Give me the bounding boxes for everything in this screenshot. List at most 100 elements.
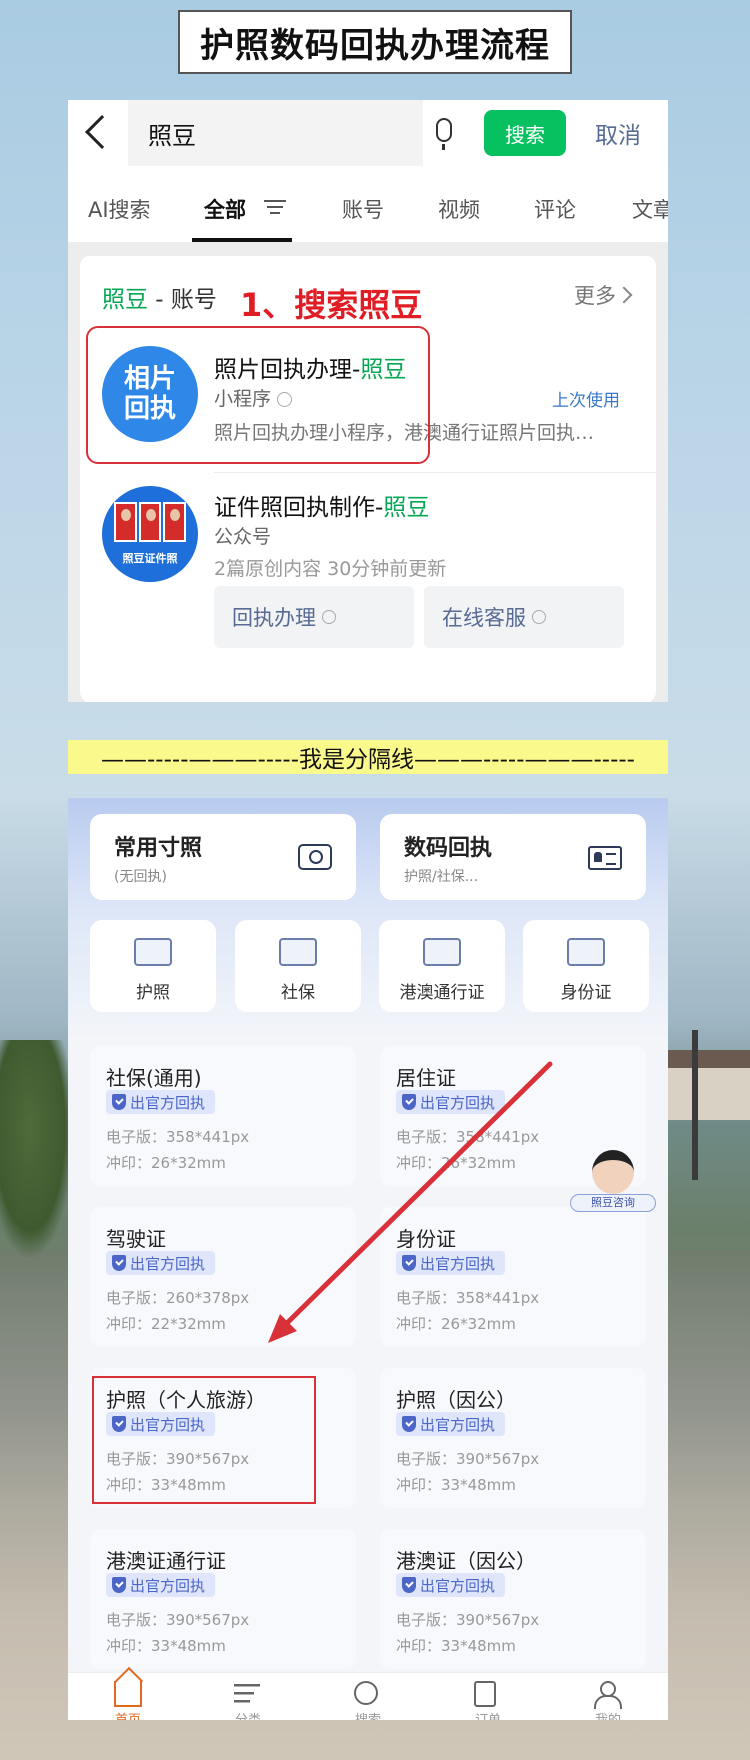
digital-size: 电子版：358*441px	[396, 1128, 540, 1146]
common-photo-card[interactable]: 常用寸照 (无回执)	[90, 814, 356, 900]
spec-title: 社保(通用)	[106, 1066, 202, 1090]
id-photo	[163, 502, 187, 542]
section-heading: 照豆 - 账号	[102, 280, 217, 314]
receipt-service-button[interactable]: 回执办理	[214, 586, 414, 648]
search-results-screenshot: 照豆 搜索 取消 AI搜索 全部 账号 视频 评论 文章 照豆 - 账号 1、搜…	[68, 100, 668, 702]
passport-icon	[134, 938, 172, 966]
microphone-icon[interactable]	[436, 118, 452, 150]
badge-label: 出官方回执	[130, 1093, 206, 1112]
shield-check-icon	[402, 1094, 416, 1110]
badge-label: 出官方回执	[420, 1093, 496, 1112]
tab-accounts[interactable]: 账号	[342, 194, 384, 224]
category-passport[interactable]: 护照	[90, 920, 216, 1012]
search-input[interactable]: 照豆	[148, 116, 196, 151]
permit-icon	[423, 938, 461, 966]
official-account-avatar[interactable]: 照豆证件照	[102, 486, 198, 582]
page-title: 护照数码回执办理流程	[178, 10, 572, 74]
avatar-caption: 照豆证件照	[122, 552, 178, 565]
card-title: 常用寸照	[114, 836, 203, 861]
online-support-button[interactable]: 在线客服	[424, 586, 624, 648]
highlight-box	[86, 326, 430, 464]
category-label: 社保	[281, 983, 315, 1003]
tab-articles[interactable]: 文章	[632, 194, 668, 224]
mini-program-icon	[532, 610, 546, 624]
home-icon	[114, 1681, 142, 1707]
title-keyword: 照豆	[383, 495, 430, 521]
print-size: 冲印：22*32mm	[106, 1315, 226, 1333]
spec-card[interactable]: 护照（因公） 出官方回执 电子版：390*567px 冲印：33*48mm	[380, 1368, 646, 1508]
official-receipt-badge: 出官方回执	[396, 1573, 506, 1597]
title-prefix: 证件照回执制作-	[214, 495, 384, 521]
list-icon	[234, 1681, 262, 1707]
order-icon	[474, 1681, 496, 1707]
tab-profile[interactable]: 我的	[548, 1673, 668, 1720]
official-receipt-badge: 出官方回执	[106, 1573, 216, 1597]
digital-size: 电子版：260*378px	[106, 1289, 250, 1307]
print-size: 冲印：26*32mm	[396, 1315, 516, 1333]
spec-card[interactable]: 港澳证（因公） 出官方回执 电子版：390*567px 冲印：33*48mm	[380, 1529, 646, 1669]
last-used-label: 上次使用	[552, 391, 620, 411]
spec-title: 驾驶证	[106, 1227, 166, 1251]
digital-receipt-card[interactable]: 数码回执 护照/社保...	[380, 814, 646, 900]
consult-widget[interactable]: 照豆咨询	[570, 1150, 656, 1216]
tab-videos[interactable]: 视频	[438, 194, 480, 224]
spec-title: 护照（因公）	[396, 1388, 516, 1412]
background-lamp-post	[692, 1030, 698, 1180]
official-receipt-badge: 出官方回执	[106, 1251, 216, 1275]
badge-label: 出官方回执	[420, 1576, 496, 1595]
more-link[interactable]: 更多	[574, 280, 616, 310]
official-receipt-badge: 出官方回执	[106, 1090, 216, 1114]
badge-label: 出官方回执	[130, 1576, 206, 1595]
tab-search[interactable]: 搜索	[308, 1673, 428, 1720]
highlight-box	[92, 1376, 316, 1504]
id-photo	[138, 502, 162, 542]
category-hk-macau-permit[interactable]: 港澳通行证	[379, 920, 505, 1012]
category-id-card[interactable]: 身份证	[523, 920, 649, 1012]
spec-card[interactable]: 驾驶证 出官方回执 电子版：260*378px 冲印：22*32mm	[90, 1207, 356, 1347]
background-tree	[0, 1040, 75, 1260]
tab-home[interactable]: 首页	[68, 1673, 188, 1720]
account-results-card: 照豆 - 账号 1、搜索照豆 更多 相片回执 照片回执办理-照豆 小程序 上次使…	[80, 256, 656, 702]
filter-icon[interactable]	[264, 200, 286, 214]
spec-card[interactable]: 港澳证通行证 出官方回执 电子版：390*567px 冲印：33*48mm	[90, 1529, 356, 1669]
print-size: 冲印：33*48mm	[396, 1637, 516, 1655]
cancel-button[interactable]: 取消	[595, 116, 641, 150]
section-suffix: - 账号	[148, 287, 217, 313]
chevron-right-icon[interactable]	[615, 286, 633, 304]
print-size: 冲印：33*48mm	[106, 1637, 226, 1655]
print-size: 冲印：33*48mm	[396, 1476, 516, 1494]
tab-label: 搜索	[308, 1709, 428, 1720]
tab-orders[interactable]: 订单	[428, 1673, 548, 1720]
shield-check-icon	[112, 1255, 126, 1271]
spec-title: 身份证	[396, 1227, 456, 1251]
official-account-type: 公众号	[214, 526, 272, 548]
spec-title: 居住证	[396, 1066, 456, 1090]
search-button[interactable]: 搜索	[484, 110, 566, 156]
category-social-security[interactable]: 社保	[235, 920, 361, 1012]
spec-title: 港澳证通行证	[106, 1549, 226, 1573]
search-bar: 照豆 搜索 取消	[68, 100, 668, 166]
tab-category[interactable]: 分类	[188, 1673, 308, 1720]
shield-check-icon	[402, 1255, 416, 1271]
tab-comments[interactable]: 评论	[534, 194, 576, 224]
background-house	[668, 1050, 750, 1120]
shield-check-icon	[112, 1577, 126, 1593]
spec-card[interactable]: 社保(通用) 出官方回执 电子版：358*441px 冲印：26*32mm	[90, 1046, 356, 1186]
tab-all[interactable]: 全部	[204, 194, 246, 224]
step-annotation: 1、搜索照豆	[240, 286, 423, 324]
tab-ai-search[interactable]: AI搜索	[88, 194, 151, 224]
id-photo	[114, 502, 137, 542]
tab-label: 分类	[188, 1709, 308, 1720]
back-arrow-icon[interactable]	[85, 115, 119, 149]
digital-size: 电子版：390*567px	[396, 1450, 540, 1468]
divider	[214, 472, 656, 473]
search-tabs: AI搜索 全部 账号 视频 评论 文章	[68, 166, 668, 242]
spec-card[interactable]: 身份证 出官方回执 电子版：358*441px 冲印：26*32mm	[380, 1207, 646, 1347]
consult-label: 照豆咨询	[570, 1194, 656, 1212]
official-account-title[interactable]: 证件照回执制作-照豆	[214, 488, 429, 522]
print-size: 冲印：26*32mm	[396, 1154, 516, 1172]
shield-check-icon	[402, 1577, 416, 1593]
card-title: 数码回执	[404, 836, 493, 861]
assistant-avatar	[592, 1150, 634, 1194]
social-security-icon	[279, 938, 317, 966]
